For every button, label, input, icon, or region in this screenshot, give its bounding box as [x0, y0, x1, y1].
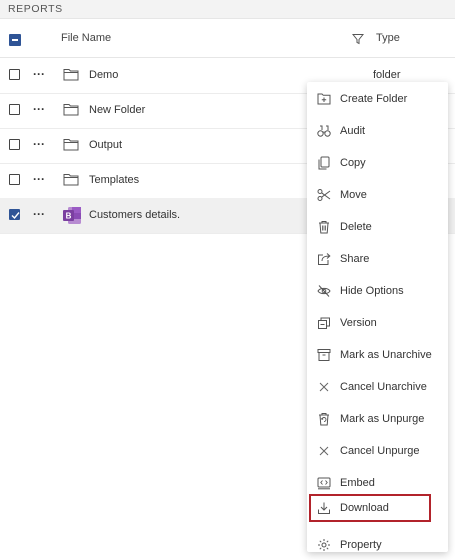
row-file-name[interactable]: Output	[89, 139, 122, 151]
menu-item-label: Cancel Unarchive	[340, 381, 427, 393]
menu-item-property[interactable]: Property	[307, 530, 448, 560]
row-more-button[interactable]: ···	[33, 172, 45, 186]
menu-item-label: Move	[340, 189, 367, 201]
select-all-checkbox[interactable]	[9, 34, 21, 46]
folder-icon	[63, 69, 79, 81]
menu-item-hide-options[interactable]: Hide Options	[307, 276, 448, 306]
row-checkbox[interactable]	[9, 69, 20, 80]
menu-item-label: Audit	[340, 125, 366, 137]
menu-item-delete[interactable]: Delete	[307, 212, 448, 242]
column-file-name[interactable]: File Name	[61, 32, 111, 44]
svg-text:B: B	[66, 212, 72, 221]
copy-icon	[318, 156, 330, 170]
create-folder-icon	[317, 93, 331, 105]
menu-item-mark-as-unpurge[interactable]: Mark as Unpurge	[307, 404, 448, 434]
onenote-file-icon: B	[63, 207, 81, 224]
menu-item-label: Mark as Unpurge	[340, 413, 425, 425]
menu-item-label: Delete	[340, 221, 372, 233]
close-icon	[319, 446, 329, 456]
row-file-name[interactable]: Customers details.	[89, 209, 180, 221]
row-checkbox[interactable]	[9, 174, 20, 185]
menu-item-label: Hide Options	[340, 285, 404, 297]
scissors-icon	[317, 189, 331, 201]
menu-item-label: Embed	[340, 477, 375, 489]
menu-item-version[interactable]: Version	[307, 308, 448, 338]
section-title: REPORTS	[8, 3, 63, 15]
folder-icon	[63, 139, 79, 151]
row-checkbox[interactable]	[9, 209, 20, 220]
binoculars-icon	[317, 125, 331, 137]
menu-item-download[interactable]: Download	[309, 494, 431, 522]
menu-item-cancel-unpurge[interactable]: Cancel Unpurge	[307, 436, 448, 466]
menu-item-create-folder[interactable]: Create Folder	[307, 84, 448, 114]
row-more-button[interactable]: ···	[33, 207, 45, 221]
trash-icon	[319, 221, 329, 234]
context-menu: Create Folder Audit Copy Move Delete Sha…	[307, 82, 448, 552]
embed-icon	[317, 477, 331, 490]
section-header: REPORTS	[0, 0, 455, 19]
archive-icon	[317, 349, 331, 361]
folder-icon	[63, 174, 79, 186]
column-header-row: File Name Type	[0, 19, 455, 58]
download-icon	[318, 502, 330, 514]
row-more-button[interactable]: ···	[33, 137, 45, 151]
filter-icon[interactable]	[352, 33, 364, 45]
menu-item-share[interactable]: Share	[307, 244, 448, 274]
row-file-name[interactable]: Templates	[89, 174, 139, 186]
menu-item-audit[interactable]: Audit	[307, 116, 448, 146]
unpurge-icon	[319, 413, 329, 426]
eye-off-icon	[317, 285, 331, 297]
menu-item-label: Copy	[340, 157, 366, 169]
row-more-button[interactable]: ···	[33, 102, 45, 116]
menu-item-cancel-unarchive[interactable]: Cancel Unarchive	[307, 372, 448, 402]
gear-icon	[318, 539, 330, 551]
menu-item-label: Mark as Unarchive	[340, 349, 432, 361]
menu-item-mark-as-unarchive[interactable]: Mark as Unarchive	[307, 340, 448, 370]
row-file-name[interactable]: New Folder	[89, 104, 145, 116]
row-file-name[interactable]: Demo	[89, 69, 118, 81]
row-file-type: folder	[373, 69, 401, 81]
menu-item-label: Share	[340, 253, 370, 265]
column-type[interactable]: Type	[376, 32, 400, 44]
close-icon	[319, 382, 329, 392]
share-icon	[318, 253, 331, 265]
row-checkbox[interactable]	[9, 104, 20, 115]
menu-item-label: Download	[340, 502, 389, 514]
row-more-button[interactable]: ···	[33, 67, 45, 81]
menu-item-move[interactable]: Move	[307, 180, 448, 210]
row-checkbox[interactable]	[9, 139, 20, 150]
version-icon	[318, 317, 330, 329]
menu-item-copy[interactable]: Copy	[307, 148, 448, 178]
menu-item-label: Property	[340, 539, 382, 551]
menu-item-label: Create Folder	[340, 93, 408, 105]
folder-icon	[63, 104, 79, 116]
menu-item-label: Version	[340, 317, 377, 329]
menu-item-label: Cancel Unpurge	[340, 445, 420, 457]
